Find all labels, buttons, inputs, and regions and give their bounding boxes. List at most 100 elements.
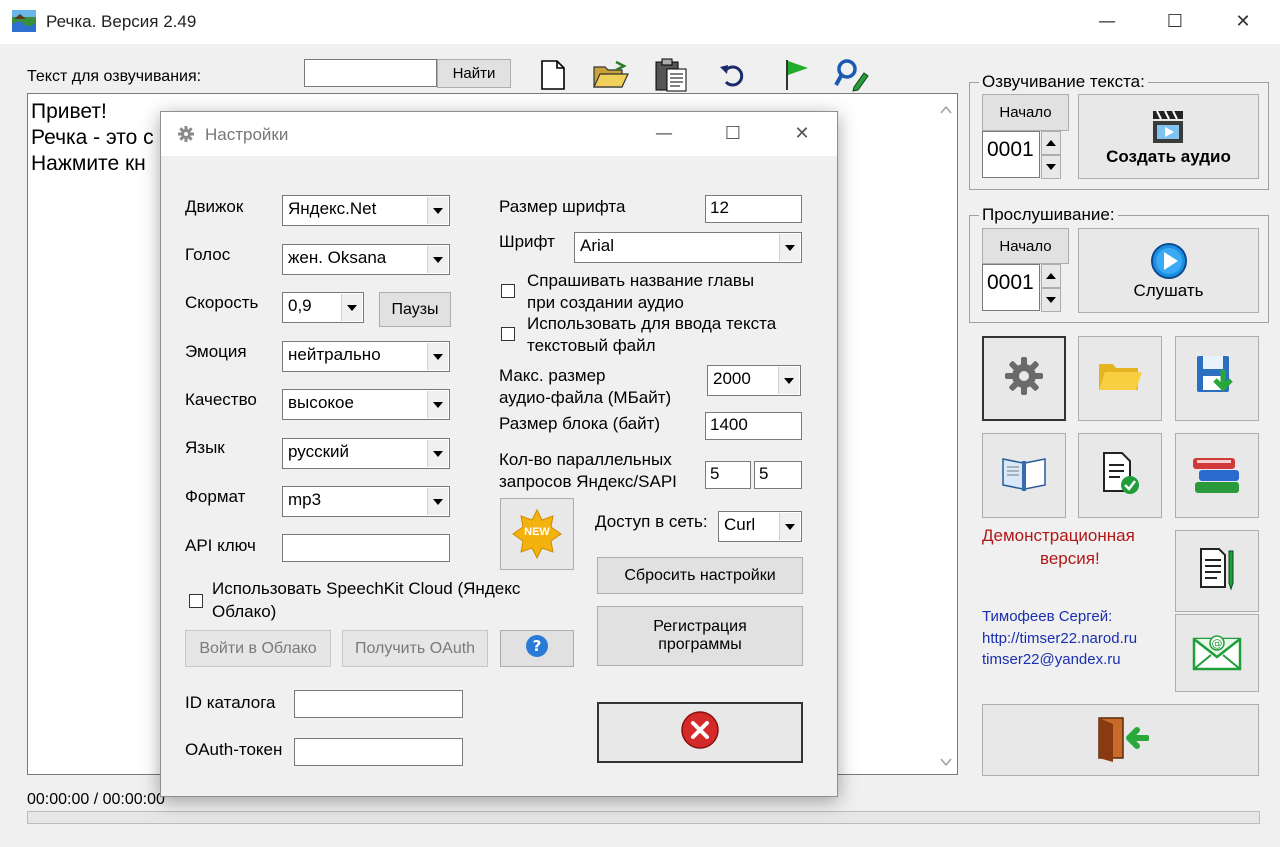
- catalog-id-input[interactable]: [294, 690, 463, 718]
- search-replace-icon[interactable]: [834, 57, 870, 93]
- network-access-dropdown-icon[interactable]: [779, 513, 800, 540]
- edit-document-button[interactable]: [1175, 530, 1259, 612]
- pauses-button[interactable]: Паузы: [379, 292, 451, 327]
- film-icon: [1149, 107, 1189, 147]
- svg-text:?: ?: [533, 637, 542, 655]
- find-button[interactable]: Найти: [437, 59, 511, 88]
- open-file-button[interactable]: [1078, 336, 1162, 421]
- emotion-dropdown-icon[interactable]: [427, 343, 448, 370]
- demo-version-text-1: Демонстрационная: [982, 526, 1135, 545]
- exit-button[interactable]: [982, 704, 1259, 776]
- speechkit-checkbox[interactable]: [189, 594, 203, 608]
- open-folder-icon[interactable]: [592, 59, 630, 91]
- close-button[interactable]: ✕: [1220, 0, 1266, 44]
- whats-new-button[interactable]: NEW: [500, 498, 574, 570]
- register-label-2: программы: [658, 636, 742, 653]
- engine-label: Движок: [185, 197, 244, 216]
- books-button[interactable]: [1175, 433, 1259, 518]
- settings-gear-icon: [177, 125, 195, 143]
- settings-close-button[interactable]: ✕: [779, 112, 825, 156]
- get-oauth-button[interactable]: Получить OAuth: [342, 630, 488, 667]
- language-select[interactable]: русский: [282, 438, 450, 469]
- listen-button[interactable]: Слушать: [1078, 228, 1259, 313]
- engine-dropdown-icon[interactable]: [427, 197, 448, 224]
- font-size-label: Размер шрифта: [499, 197, 626, 216]
- author-name: Тимофеев Сергей:: [982, 608, 1113, 625]
- settings-cancel-button[interactable]: [597, 702, 803, 763]
- register-program-button[interactable]: Регистрация программы: [597, 606, 803, 666]
- language-label: Язык: [185, 438, 225, 457]
- maximize-button[interactable]: ☐: [1152, 0, 1198, 44]
- author-email-link[interactable]: timser22@yandex.ru: [982, 651, 1121, 668]
- flag-icon[interactable]: [782, 58, 812, 92]
- scroll-up-icon[interactable]: [940, 102, 952, 114]
- editor-scrollbar[interactable]: [935, 94, 957, 774]
- network-access-select[interactable]: Curl: [718, 511, 802, 542]
- minimize-button[interactable]: —: [1084, 0, 1130, 44]
- max-size-dropdown-icon[interactable]: [778, 367, 799, 394]
- use-text-file-checkbox[interactable]: [501, 327, 515, 341]
- voice-value: жен. Oksana: [288, 248, 387, 267]
- parallel-requests-label-2: запросов Яндекс/SAPI: [499, 472, 677, 491]
- listening-start-button[interactable]: Начало: [982, 228, 1069, 264]
- playback-time: 00:00:00 / 00:00:00: [27, 791, 165, 808]
- create-audio-button[interactable]: Создать аудио: [1078, 94, 1259, 179]
- settings-maximize-button[interactable]: ☐: [710, 112, 756, 156]
- save-disk-icon: [1193, 352, 1241, 405]
- document-check-button[interactable]: [1078, 433, 1162, 518]
- listening-start-input[interactable]: 0001: [982, 264, 1040, 311]
- author-site-link[interactable]: http://timser22.narod.ru: [982, 630, 1137, 647]
- scroll-down-icon[interactable]: [940, 754, 952, 767]
- api-key-label: API ключ: [185, 536, 256, 555]
- synthesis-start-input[interactable]: 0001: [982, 131, 1040, 178]
- progress-bar[interactable]: [27, 811, 1260, 824]
- oauth-token-input[interactable]: [294, 738, 463, 766]
- font-select[interactable]: Arial: [574, 232, 802, 263]
- parallel-sapi-input[interactable]: 5: [754, 461, 802, 489]
- email-button[interactable]: @: [1175, 614, 1259, 692]
- max-size-select[interactable]: 2000: [707, 365, 801, 396]
- help-button[interactable]: ?: [500, 630, 574, 667]
- search-input[interactable]: [304, 59, 437, 87]
- voice-select[interactable]: жен. Oksana: [282, 244, 450, 275]
- language-dropdown-icon[interactable]: [427, 440, 448, 467]
- new-document-icon[interactable]: [538, 59, 568, 91]
- listening-start-spin-up[interactable]: [1041, 264, 1061, 288]
- settings-button[interactable]: [982, 336, 1066, 421]
- reset-settings-button[interactable]: Сбросить настройки: [597, 557, 803, 594]
- block-size-input[interactable]: 1400: [705, 412, 802, 440]
- quality-select[interactable]: высокое: [282, 389, 450, 420]
- undo-icon[interactable]: [718, 62, 748, 88]
- catalog-id-label: ID каталога: [185, 693, 276, 712]
- font-dropdown-icon[interactable]: [779, 234, 800, 261]
- format-dropdown-icon[interactable]: [427, 488, 448, 515]
- exit-door-icon: [1093, 714, 1150, 767]
- speed-dropdown-icon[interactable]: [341, 294, 362, 321]
- app-icon: [12, 10, 36, 32]
- ask-chapter-checkbox[interactable]: [501, 284, 515, 298]
- ask-chapter-label-2: при создании аудио: [527, 293, 684, 312]
- cloud-login-button[interactable]: Войти в Облако: [185, 630, 331, 667]
- text-to-speak-label: Текст для озвучивания:: [27, 68, 202, 85]
- font-size-input[interactable]: 12: [705, 195, 802, 223]
- format-select[interactable]: mp3: [282, 486, 450, 517]
- paste-clipboard-icon[interactable]: [653, 57, 689, 93]
- synthesis-start-spin-up[interactable]: [1041, 131, 1061, 155]
- settings-minimize-button[interactable]: —: [641, 112, 687, 156]
- synthesis-start-button[interactable]: Начало: [982, 94, 1069, 131]
- speed-select[interactable]: 0,9: [282, 292, 364, 323]
- quality-dropdown-icon[interactable]: [427, 391, 448, 418]
- oauth-token-label: OAuth-токен: [185, 740, 283, 759]
- synthesis-start-spin-down[interactable]: [1041, 155, 1061, 179]
- emotion-select[interactable]: нейтрально: [282, 341, 450, 372]
- save-button[interactable]: [1175, 336, 1259, 421]
- parallel-requests-label-1: Кол-во параллельных: [499, 450, 672, 469]
- parallel-yandex-input[interactable]: 5: [705, 461, 751, 489]
- listening-start-spin-down[interactable]: [1041, 288, 1061, 312]
- api-key-input[interactable]: [282, 534, 450, 562]
- settings-title: Настройки: [205, 125, 289, 144]
- voice-dropdown-icon[interactable]: [427, 246, 448, 273]
- engine-select[interactable]: Яндекс.Net: [282, 195, 450, 226]
- book-button[interactable]: [982, 433, 1066, 518]
- editor-line: Привет!: [31, 100, 107, 123]
